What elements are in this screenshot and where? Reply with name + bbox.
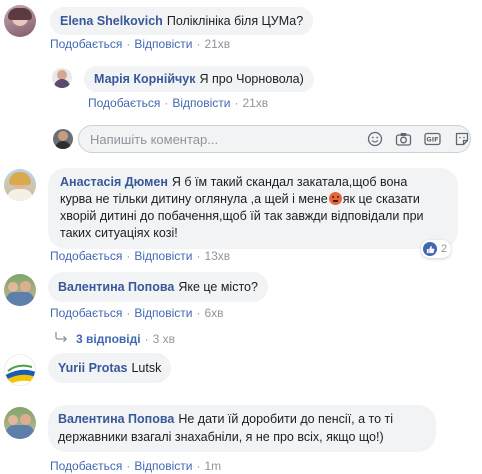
comment-author[interactable]: Марія Корнійчук xyxy=(94,72,195,86)
comment-author[interactable]: Elena Shelkovich xyxy=(60,14,163,28)
comment-elena: Elena Shelkovich Поліклініка біля ЦУМа? xyxy=(4,4,314,37)
comment-bubble: Марія Корнійчук Я про Чорновола) xyxy=(84,66,314,92)
separator-dot: · xyxy=(126,459,131,473)
comment-time[interactable]: 6хв xyxy=(204,306,223,320)
comment-text: як це сказати xyxy=(342,192,420,206)
comment-text: хворій дитині до побачення,щоб їй так за… xyxy=(60,209,424,223)
gif-icon[interactable]: GIF xyxy=(424,131,441,148)
comment-maria: Марія Корнійчук Я про Чорновола) xyxy=(52,66,314,92)
separator-dot: · xyxy=(144,331,149,346)
reply-arrow-icon xyxy=(54,331,68,346)
comment-bubble: Анастасія Дюмен Я б їм такий скандал зака… xyxy=(48,168,458,249)
comment-text: таких ситуаціях козі! xyxy=(60,226,178,240)
comment-input[interactable] xyxy=(90,131,360,147)
comment-actions: Подобається · Відповісти · 13хв xyxy=(50,249,230,263)
comment-time[interactable]: 21хв xyxy=(204,37,230,51)
reactions-count: 2 xyxy=(441,243,448,255)
comment-author[interactable]: Анастасія Дюмен xyxy=(60,175,168,189)
separator-dot: · xyxy=(196,306,201,320)
comment-author[interactable]: Yurii Protas xyxy=(58,361,127,375)
like-reaction-icon xyxy=(423,242,437,256)
avatar[interactable] xyxy=(4,274,36,306)
separator-dot: · xyxy=(196,249,201,263)
reply-link[interactable]: Відповісти xyxy=(134,249,192,263)
like-link[interactable]: Подобається xyxy=(50,306,122,320)
comment-line: курва не тільки дитину оглянула ,а щей і… xyxy=(60,191,446,208)
reply-link[interactable]: Відповісти xyxy=(134,459,192,473)
comment-text: державники взагалі знахабніли, я не про … xyxy=(58,430,384,444)
avatar[interactable] xyxy=(52,68,72,88)
comment-text: Lutsk xyxy=(131,361,162,375)
comment-time[interactable]: 1m xyxy=(204,459,221,473)
angry-emoji-icon xyxy=(328,192,342,205)
comment-text: Яке це місто? xyxy=(178,280,258,294)
comment-actions: Подобається · Відповісти · 6хв xyxy=(50,306,224,320)
comment-line: хворій дитині до побачення,щоб їй так за… xyxy=(60,208,446,225)
replies-count-link[interactable]: 3 відповіді xyxy=(76,332,141,346)
sticker-icon[interactable] xyxy=(453,131,470,148)
comment-anastasia: Анастасія Дюмен Я б їм такий скандал зака… xyxy=(4,168,458,249)
comment-bubble: Elena Shelkovich Поліклініка біля ЦУМа? xyxy=(50,7,314,35)
comment-text: курва не тільки дитину оглянула ,а щей і… xyxy=(60,192,328,206)
like-link[interactable]: Подобається xyxy=(88,96,160,110)
comment-actions: Подобається · Відповісти · 21хв xyxy=(88,96,268,110)
avatar[interactable] xyxy=(4,407,36,439)
comment-text: Я про Чорновола) xyxy=(199,72,304,86)
reactions-badge[interactable]: 2 xyxy=(421,240,452,258)
comment-valentyna-1: Валентина Попова Яке це місто? xyxy=(4,272,268,306)
comment-author[interactable]: Валентина Попова xyxy=(58,412,174,426)
comment-actions: Подобається · Відповісти · 21хв xyxy=(50,37,230,51)
reply-link[interactable]: Відповісти xyxy=(172,96,230,110)
comment-line: Валентина Попова Не дати їй доробити до п… xyxy=(58,410,426,428)
comment-text: Я б їм такий скандал закатала,щоб вона xyxy=(171,175,408,189)
avatar[interactable] xyxy=(4,5,36,37)
separator-dot: · xyxy=(196,459,201,473)
comment-yurii: Yurii Protas Lutsk xyxy=(4,353,172,386)
comment-line: таких ситуаціях козі! xyxy=(60,225,446,242)
comment-line: Анастасія Дюмен Я б їм такий скандал зака… xyxy=(60,174,446,191)
separator-dot: · xyxy=(126,249,131,263)
like-link[interactable]: Подобається xyxy=(50,37,122,51)
comment-author[interactable]: Валентина Попова xyxy=(58,280,174,294)
comment-bubble: Yurii Protas Lutsk xyxy=(48,353,172,383)
view-replies[interactable]: 3 відповіді · 3 хв xyxy=(54,331,175,346)
svg-text:GIF: GIF xyxy=(426,136,438,144)
comment-composer: GIF xyxy=(78,125,471,153)
separator-dot: · xyxy=(164,96,169,110)
comment-line: державники взагалі знахабніли, я не про … xyxy=(58,428,426,446)
avatar[interactable] xyxy=(4,169,36,201)
replies-time: 3 хв xyxy=(152,331,175,346)
comment-bubble: Валентина Попова Не дати їй доробити до п… xyxy=(48,405,436,452)
comment-time[interactable]: 21хв xyxy=(242,96,268,110)
current-user-avatar xyxy=(53,129,73,149)
separator-dot: · xyxy=(126,306,131,320)
comment-text: Поліклініка біля ЦУМа? xyxy=(166,14,304,28)
separator-dot: · xyxy=(126,37,131,51)
comment-bubble: Валентина Попова Яке це місто? xyxy=(48,272,268,302)
avatar[interactable] xyxy=(4,354,36,386)
separator-dot: · xyxy=(196,37,201,51)
comment-actions: Подобається · Відповісти · 1m xyxy=(50,459,221,473)
separator-dot: · xyxy=(234,96,239,110)
reply-link[interactable]: Відповісти xyxy=(134,306,192,320)
comment-valentyna-2: Валентина Попова Не дати їй доробити до п… xyxy=(4,405,436,452)
emoji-icon[interactable] xyxy=(366,131,383,148)
like-link[interactable]: Подобається xyxy=(50,249,122,263)
reply-link[interactable]: Відповісти xyxy=(134,37,192,51)
like-link[interactable]: Подобається xyxy=(50,459,122,473)
camera-icon[interactable] xyxy=(395,131,412,148)
comment-text: Не дати їй доробити до пенсії, а то ті xyxy=(178,412,394,426)
comment-time[interactable]: 13хв xyxy=(204,249,230,263)
